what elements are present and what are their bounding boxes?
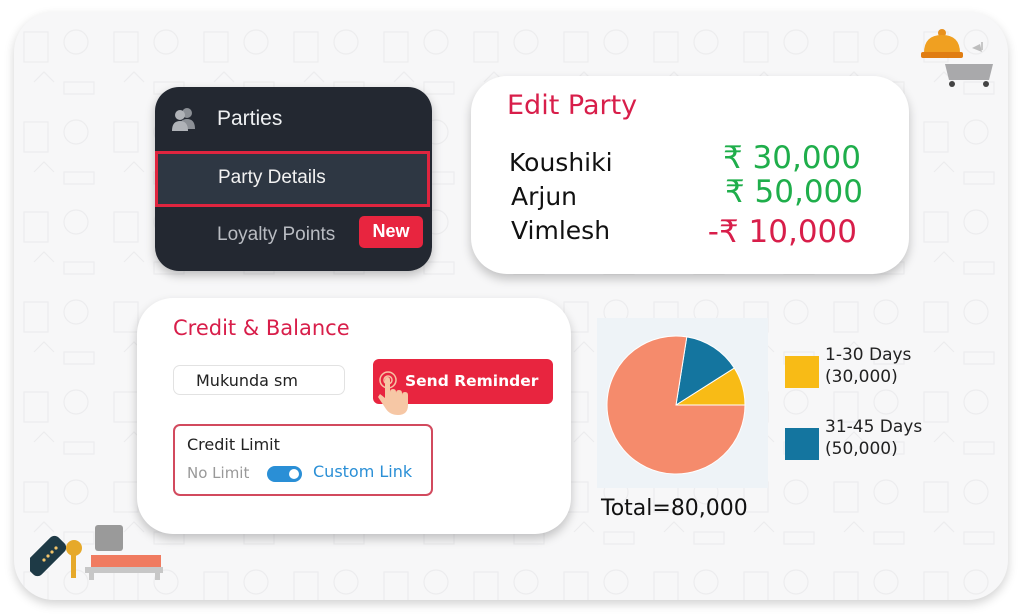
party-name-input[interactable]: Mukunda sm (173, 365, 345, 395)
aging-pie-chart (606, 335, 746, 475)
new-badge: New (359, 216, 423, 248)
pie-chart-area (597, 318, 768, 488)
custom-link-label: Custom Link (313, 462, 413, 481)
legend-item-1-30-days: 1-30 Days (30,000) (785, 344, 911, 388)
legend-value: (30,000) (825, 367, 898, 387)
pointer-hand-icon (378, 371, 408, 415)
credit-limit-box: Credit Limit No Limit Custom Link (173, 424, 433, 496)
party-name: Vimlesh (511, 216, 611, 245)
legend-label: 31-45 Days (825, 417, 923, 437)
chart-total-label: Total=80,000 (601, 496, 748, 521)
no-limit-label: No Limit (187, 464, 250, 482)
sidebar-section-parties[interactable]: Parties (171, 107, 282, 131)
legend-swatch (785, 356, 819, 388)
edit-party-title: Edit Party (507, 90, 638, 121)
users-icon (172, 108, 195, 131)
credit-balance-card: Credit & Balance Mukunda sm Send Reminde… (137, 298, 571, 534)
sidebar-item-label: Party Details (218, 167, 326, 188)
hotel-key-icon (30, 535, 82, 578)
credit-limit-toggle[interactable] (267, 466, 302, 482)
edit-party-card: Edit Party Koushiki ₹ 30,000 Arjun ₹ 50,… (471, 76, 909, 274)
party-balance: ₹ 50,000 (724, 174, 863, 210)
party-row[interactable]: Vimlesh -₹ 10,000 (511, 214, 857, 250)
credit-balance-title: Credit & Balance (173, 316, 350, 340)
sidebar-section-label: Parties (217, 107, 283, 130)
party-balance: ₹ 30,000 (722, 140, 861, 176)
bathtub-icon (945, 42, 993, 87)
bed-icon (85, 525, 163, 580)
legend-item-31-45-days: 31-45 Days (50,000) (785, 416, 922, 460)
sidebar-menu: Parties Party Details Loyalty Points New (155, 87, 432, 271)
legend-value: (50,000) (825, 439, 898, 459)
party-name: Arjun (511, 182, 578, 211)
credit-limit-title: Credit Limit (187, 435, 280, 454)
party-row[interactable]: Arjun ₹ 50,000 (511, 174, 863, 216)
legend-swatch (785, 428, 819, 460)
party-name: Koushiki (509, 148, 613, 177)
party-balance: -₹ 10,000 (707, 214, 857, 250)
legend-label: 1-30 Days (825, 345, 912, 365)
sidebar-item-party-details[interactable]: Party Details (155, 151, 430, 207)
sidebar-item-loyalty-points[interactable]: Loyalty Points (217, 224, 335, 246)
